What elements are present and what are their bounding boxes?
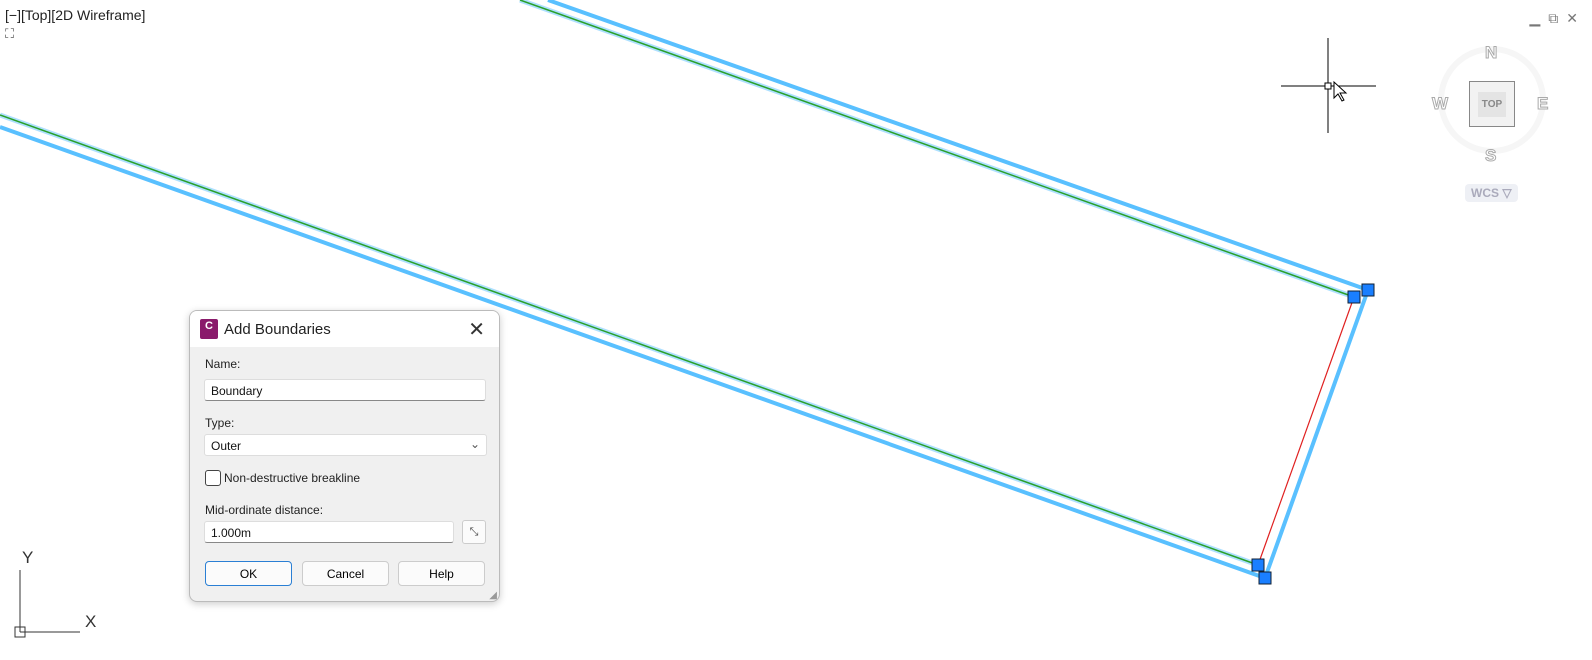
upper-selected-edge[interactable] <box>547 0 1369 292</box>
add-boundaries-dialog: C Add Boundaries ✕ Name: Boundary Type: … <box>189 310 500 602</box>
grip[interactable] <box>1361 283 1375 297</box>
grip[interactable] <box>1347 290 1361 304</box>
right-selected-edge[interactable] <box>1263 289 1370 579</box>
grip[interactable] <box>1258 571 1272 585</box>
name-label: Name: <box>205 357 241 371</box>
viewport-controls-label[interactable]: [−][Top][2D Wireframe] <box>5 7 145 23</box>
non-destructive-breakline-checkbox[interactable] <box>205 470 221 486</box>
viewcube-face[interactable]: TOP <box>1469 81 1515 127</box>
crosshair-cursor <box>1281 38 1376 133</box>
close-icon[interactable]: ✕ <box>1566 10 1578 27</box>
non-destructive-breakline-label[interactable]: Non-destructive breakline <box>224 471 360 485</box>
type-label: Type: <box>205 416 235 430</box>
ucs-icon <box>14 570 80 638</box>
boundary-line[interactable] <box>1257 296 1355 566</box>
name-input[interactable]: Boundary <box>204 379 486 401</box>
resize-grip-icon[interactable]: ◢ <box>489 590 497 601</box>
restore-icon[interactable]: ⧉ <box>1548 10 1558 27</box>
dialog-title-bar[interactable]: C Add Boundaries ✕ <box>190 311 499 347</box>
chevron-down-icon: ⌄ <box>469 437 480 451</box>
ucs-x-label: X <box>85 612 97 631</box>
type-value: Outer <box>211 439 242 453</box>
compass-south[interactable]: S <box>1484 146 1496 166</box>
compass-north[interactable]: N <box>1484 43 1497 63</box>
viewport-config-icon[interactable]: ⛶ <box>5 26 14 42</box>
viewport-window-controls: ▁ ⧉ ✕ <box>1529 10 1578 27</box>
ucs-y-label: Y <box>22 548 34 567</box>
ucs-menu[interactable]: WCS ▽ <box>1465 184 1518 202</box>
type-dropdown[interactable]: Outer ⌄ <box>204 434 487 456</box>
help-button[interactable]: Help <box>398 561 485 586</box>
civil3d-app-icon: C <box>200 319 218 339</box>
close-icon[interactable]: ✕ <box>468 317 485 342</box>
minimize-icon[interactable]: ▁ <box>1529 10 1540 27</box>
compass-west[interactable]: W <box>1431 94 1448 114</box>
grip[interactable] <box>1251 558 1265 572</box>
midordinate-input[interactable]: 1.000m <box>204 521 454 543</box>
viewcube[interactable]: TOP N S E W <box>1431 40 1552 166</box>
top-face-label: TOP <box>1477 91 1507 117</box>
compass-east[interactable]: E <box>1536 94 1548 114</box>
dialog-title: Add Boundaries <box>224 320 331 338</box>
cancel-button[interactable]: Cancel <box>302 561 389 586</box>
pick-distance-icon[interactable]: ⤡ <box>462 520 486 544</box>
upper-feature-line[interactable] <box>519 0 1355 300</box>
ok-button[interactable]: OK <box>205 561 292 586</box>
midordinate-label: Mid-ordinate distance: <box>205 503 324 517</box>
